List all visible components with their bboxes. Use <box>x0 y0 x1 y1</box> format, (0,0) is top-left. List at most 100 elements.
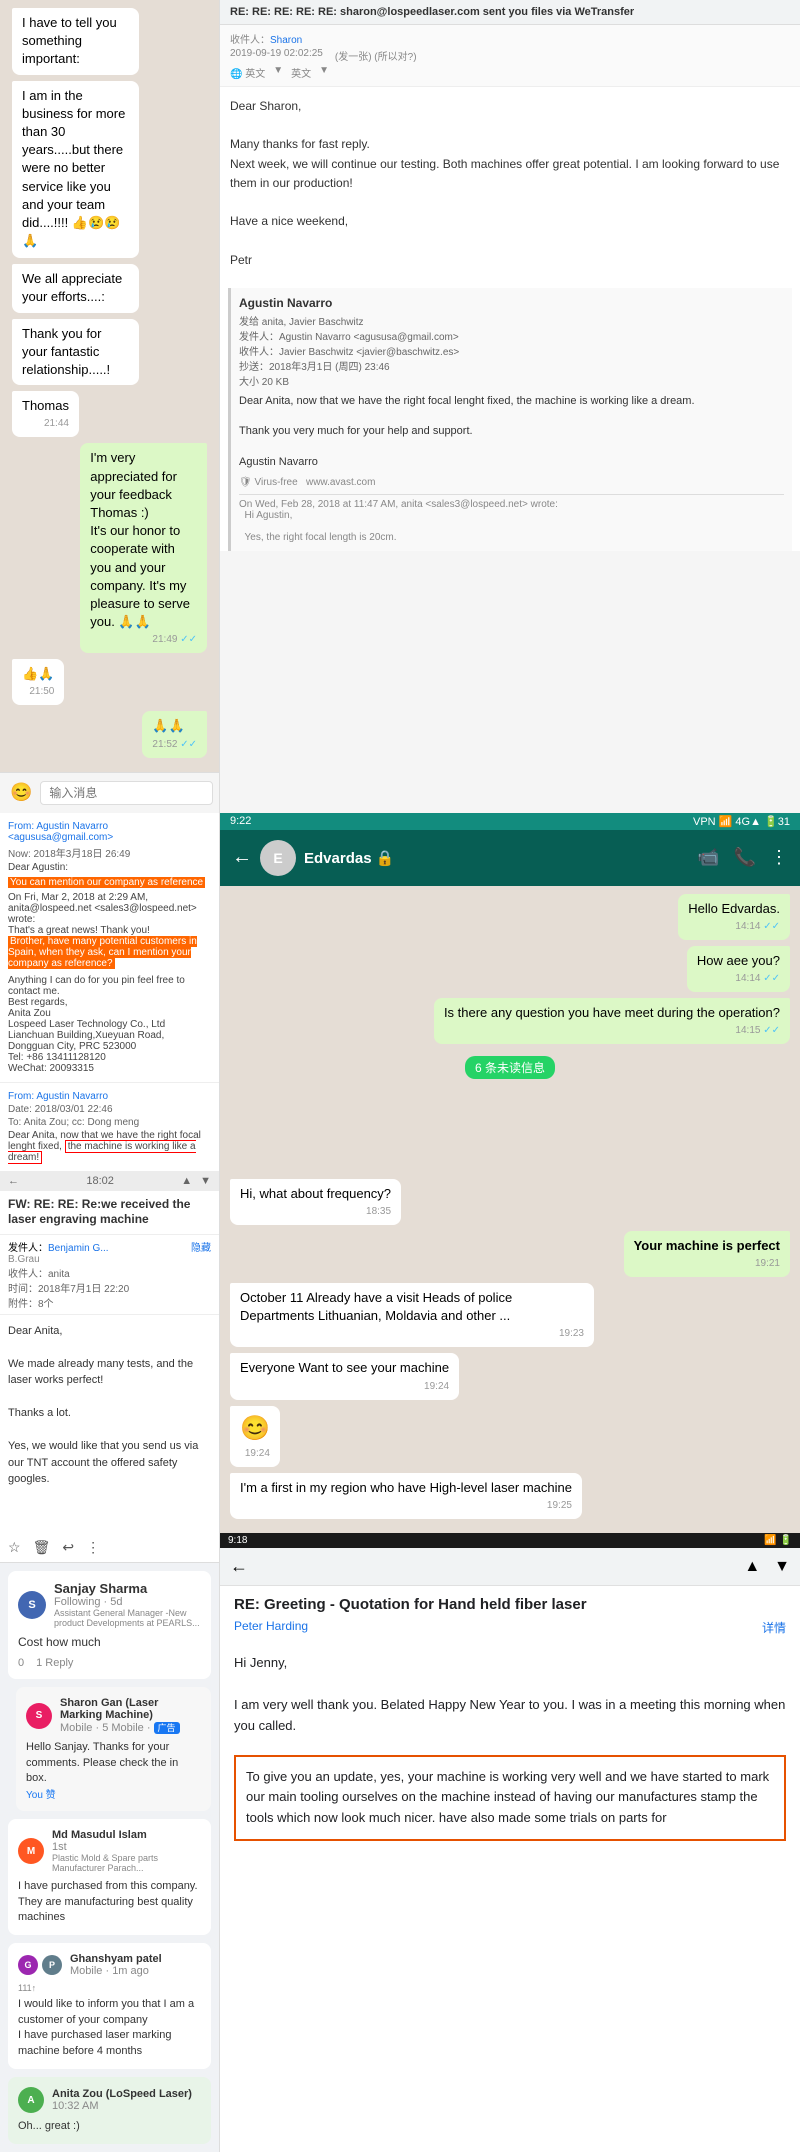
agustin-date: Now: 2018年3月18日 26:49 <box>8 845 211 860</box>
agustin2-from: From: Agustin Navarro <box>8 1091 211 1102</box>
bubble-thomas-5: Thomas 21:44 <box>12 391 79 437</box>
wechat-input-bar: 😊 📎 📷 🎤 <box>0 772 219 813</box>
bubble-text: I have to tell you something important: <box>22 15 117 66</box>
bubble-emoji-smile: 😊 19:24 <box>230 1406 280 1468</box>
back-button[interactable]: ← <box>232 846 252 869</box>
contact-name-text: Edvardas <box>304 850 372 867</box>
nested-date-val: 2018年3月1日 (周四) 23:46 <box>269 362 390 373</box>
avatars-group: G P <box>18 1955 62 1975</box>
gmail-status-bar: 9:18 📶 🔋 <box>220 1533 800 1548</box>
avatar-sanjay: S <box>18 1591 46 1619</box>
gmail-up[interactable]: ▲ <box>744 1558 760 1576</box>
gmail-from-name[interactable]: Peter Harding <box>234 1619 308 1633</box>
bubble-first-region: I'm a first in my region who have High-l… <box>230 1473 582 1519</box>
email-meta-left: 发件人：Benjamin G... 隐藏 B.Grau 收件人：anita 时间… <box>0 1235 219 1315</box>
wa-status-bar: 9:22 VPN 📶 4G▲ 🔋31 <box>220 813 800 830</box>
msg-row-3: We all appreciate your efforts....: <box>12 264 207 312</box>
post-header-anita: A Anita Zou (LoSpeed Laser) 10:32 AM <box>18 2087 201 2113</box>
post-meta-sanjay: Following · 5d <box>54 1596 201 1608</box>
email-to-line: 收件人：Sharon <box>230 31 790 46</box>
post-name-anita: Anita Zou (LoSpeed Laser) <box>52 2088 192 2100</box>
gmail-highlighted-section: To give you an update, yes, your machine… <box>234 1755 786 1841</box>
post-role-masudul: Plastic Mold & Spare parts Manufacturer … <box>52 1853 201 1873</box>
bubble-text: Is there any question you have meet duri… <box>444 1005 780 1020</box>
post-header-masudul: M Md Masudul Islam 1st Plastic Mold & Sp… <box>18 1829 201 1873</box>
bubble-thomas-4: Thank you for your fantastic relationshi… <box>12 319 139 386</box>
check-icon: ✓✓ <box>763 1025 780 1036</box>
bubble-text: How aee you? <box>697 953 780 968</box>
gmail-down[interactable]: ▼ <box>774 1558 790 1576</box>
agustin-email-snippet: From: Agustin Navarro <agususa@gmail.com… <box>0 813 219 1083</box>
battery-val: 31 <box>778 816 790 828</box>
post-actions-sanjay: 0 1 Reply <box>18 1657 201 1669</box>
likes-sanjay: 0 <box>18 1657 24 1669</box>
from-name: Benjamin G... <box>48 1243 109 1254</box>
bubble-everyone: Everyone Want to see your machine 19:24 <box>230 1353 459 1399</box>
bubble-time: 14:14 ✓✓ <box>697 972 780 986</box>
email-body-para2: Yes, we would like that you send us via … <box>8 1438 211 1488</box>
time-val: 19:24 <box>245 1448 270 1459</box>
post-name-sharon: Sharon Gan (Laser Marking Machine) <box>60 1697 201 1721</box>
wa-msg-hello: Hello Edvardas. 14:14 ✓✓ <box>230 894 790 940</box>
post-header-sharon: S Sharon Gan (Laser Marking Machine) Mob… <box>26 1697 201 1734</box>
post-meta-sharon: Mobile · 5 Mobile · 广告 <box>60 1721 201 1734</box>
emoji-text: 👍🙏 <box>22 666 54 681</box>
reply-count: (发一张) (所以对?) <box>335 48 417 63</box>
email-main-body: Dear Sharon, Many thanks for fast reply.… <box>220 87 800 280</box>
more-icon[interactable]: ⋮ <box>86 1539 100 1556</box>
post-header-ghanshyam: G P Ghanshyam patel Mobile · 1m ago <box>18 1953 201 1977</box>
bubble-time: 18:35 <box>240 1205 391 1219</box>
post-meta-anita: 10:32 AM <box>52 2100 192 2112</box>
emoji-btn[interactable]: 😊 <box>10 782 32 803</box>
down-arrow[interactable]: ▼ <box>200 1175 211 1187</box>
unread-badge: 6 条未读信息 <box>465 1056 555 1079</box>
post-toolbar: ☆ 🗑 ↩ ⋮ <box>0 1533 219 1563</box>
post-header-sanjay: S Sanjay Sharma Following · 5d Assistant… <box>18 1581 201 1628</box>
social-post-ghanshyam: G P Ghanshyam patel Mobile · 1m ago 111↑… <box>8 1943 211 2069</box>
bubble-time-thomas: 21:44 <box>22 417 69 431</box>
message-input[interactable] <box>40 781 213 805</box>
agustin-highlighted-text: You can mention our company as reference <box>8 877 211 888</box>
post-name-masudul: Md Masudul Islam <box>52 1829 201 1841</box>
gmail-detail-link[interactable]: 详情 <box>762 1619 786 1636</box>
bubble-text: Hi, what about frequency? <box>240 1186 391 1201</box>
social-left-panel: ☆ 🗑 ↩ ⋮ S Sanjay Sharma Following · 5d A… <box>0 1533 220 2152</box>
quoted-reply: On Wed, Feb 28, 2018 at 11:47 AM, anita … <box>239 494 784 543</box>
phone-icon[interactable]: 📞 <box>734 847 756 868</box>
reply-icon[interactable]: ↩ <box>62 1539 74 1556</box>
menu-icon[interactable]: ⋮ <box>770 847 788 868</box>
highlighted-text: To give you an update, yes, your machine… <box>246 1769 769 1826</box>
bubble-reply: I'm very appreciated for your feedback T… <box>80 443 207 653</box>
up-arrow[interactable]: ▲ <box>181 1175 192 1187</box>
hide-link[interactable]: 隐藏 <box>191 1239 211 1254</box>
bubble-text: Your machine is perfect <box>634 1238 780 1253</box>
post-text-masudul: I have purchased from this company. They… <box>18 1879 201 1925</box>
wechat-left-panel: I have to tell you something important: … <box>0 0 220 813</box>
back-arrow[interactable]: ← <box>8 1175 19 1187</box>
post-info-sanjay: Sanjay Sharma Following · 5d Assistant G… <box>54 1581 201 1628</box>
nested-size: 大小 20 KB <box>239 373 784 388</box>
post-role-sanjay: Assistant General Manager -New product D… <box>54 1608 201 1628</box>
video-call-icon[interactable]: 📹 <box>697 847 719 868</box>
time-val: 19:24 <box>424 1381 449 1392</box>
social-post-sanjay: S Sanjay Sharma Following · 5d Assistant… <box>8 1571 211 1679</box>
attach-val: 附件：8个 <box>8 1299 54 1310</box>
msg-row-reply: I'm very appreciated for your feedback T… <box>12 443 207 653</box>
agustin2-date: Date: 2018/03/01 22:46 <box>8 1104 211 1115</box>
date-val: 2018年7月1日 22:20 <box>38 1284 129 1295</box>
from-row: 发件人：Benjamin G... 隐藏 <box>8 1239 211 1254</box>
post-followers: 111↑ <box>18 1983 201 1993</box>
bubble-text: October 11 Already have a visit Heads of… <box>240 1290 512 1323</box>
gmail-back[interactable]: ← <box>230 1556 248 1577</box>
post-text-anita: Oh... great :) <box>18 2119 201 2134</box>
gmail-subject: RE: Greeting - Quotation for Hand held f… <box>220 1586 800 1617</box>
email-body-thanks: Thanks a lot. <box>8 1405 211 1422</box>
email-time-display: 18:02 <box>86 1175 114 1187</box>
email-body-para1: We made already many tests, and the lase… <box>8 1356 211 1389</box>
bubble-time: 14:14 ✓✓ <box>688 920 780 934</box>
star-icon[interactable]: ☆ <box>8 1539 21 1556</box>
whatsapp-edvardas-panel: 9:22 VPN 📶 4G▲ 🔋31 ← E Edvardas 🔒 📹 📞 ⋮ <box>220 813 800 1171</box>
email-detail-left: ← 18:02 ▲ ▼ FW: RE: RE: Re:we received t… <box>0 1171 220 1534</box>
delete-icon[interactable]: 🗑 <box>33 1539 51 1556</box>
unread-badge-row: 6 条未读信息 <box>230 1050 790 1085</box>
